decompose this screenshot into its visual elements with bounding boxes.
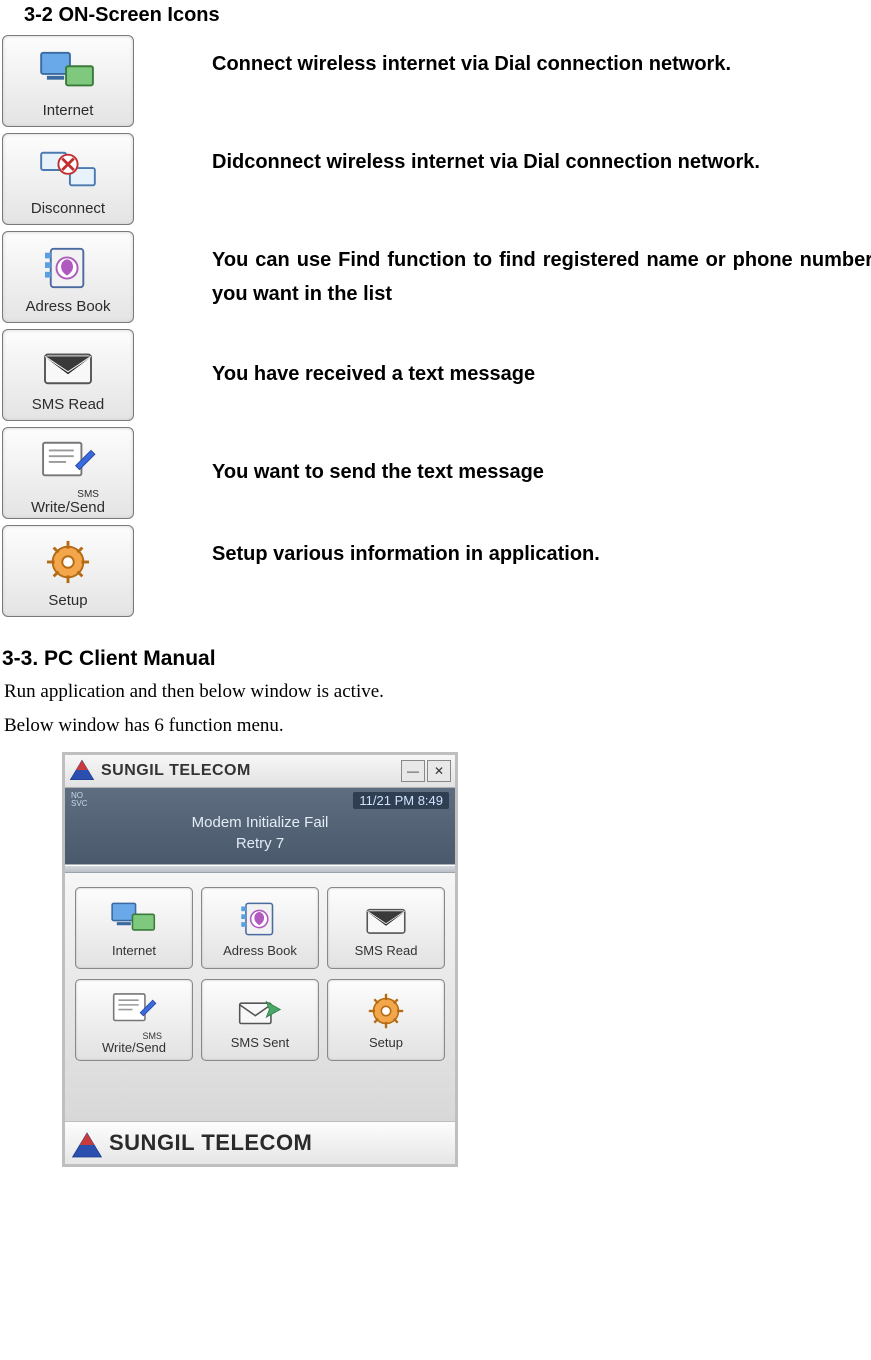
setup-desc: Setup various information in application… [212,525,871,571]
body-line-2: Below window has 6 function menu. [4,711,871,741]
status-line-2: Retry 7 [71,833,449,854]
app-window: SUNGIL TELECOM — ✕ NO SVC 11/21 PM 8:49 … [62,752,458,1167]
app-title: SUNGIL TELECOM [101,762,399,780]
status-divider [65,865,455,873]
adressbook-icon [235,897,285,941]
smswrite-icon-tile: SMS Write/Send [2,427,134,519]
setup-icon [37,534,99,590]
close-button[interactable]: ✕ [427,760,451,782]
menu-smswrite-label: SMS Write/Send [102,1032,166,1054]
adressbook-icon-label: Adress Book [25,298,110,315]
smsread-icon-tile: SMS Read [2,329,134,421]
no-service-indicator: NO SVC [71,792,89,808]
menu-smswrite[interactable]: SMS Write/Send [75,979,193,1061]
menu-setup-label: Setup [369,1035,403,1050]
menu-smsread-label: SMS Read [355,943,418,958]
menu-internet[interactable]: Internet [75,887,193,969]
app-logo-icon [69,759,97,783]
icon-row-smswrite: SMS Write/Send You want to send the text… [2,427,871,519]
menu-adressbook[interactable]: Adress Book [201,887,319,969]
app-footer: SUNGIL TELECOM [65,1121,455,1164]
body-line-1: Run application and then below window is… [4,677,871,707]
disconnect-icon [37,142,99,198]
menu-smssent[interactable]: SMS Sent [201,979,319,1061]
adressbook-desc: You can use Find function to find regist… [212,231,871,311]
icon-row-disconnect: Disconnect Didconnect wireless internet … [2,133,871,225]
internet-desc: Connect wireless internet via Dial conne… [212,35,871,81]
smswrite-desc: You want to send the text message [212,427,871,489]
adressbook-icon [37,240,99,296]
icon-row-internet: Internet Connect wireless internet via D… [2,35,871,127]
smswrite-icon [109,986,159,1030]
icon-row-smsread: SMS Read You have received a text messag… [2,329,871,421]
smsread-icon [37,338,99,394]
app-titlebar: SUNGIL TELECOM — ✕ [65,755,455,788]
menu-smssent-label: SMS Sent [231,1035,290,1050]
smsread-desc: You have received a text message [212,329,871,391]
icon-row-adressbook: Adress Book You can use Find function to… [2,231,871,323]
menu-internet-label: Internet [112,943,156,958]
internet-icon-label: Internet [43,102,94,119]
disconnect-desc: Didconnect wireless internet via Dial co… [212,133,871,179]
section-3-2-title: 3-2 ON-Screen Icons [24,4,871,27]
menu-setup[interactable]: Setup [327,979,445,1061]
setup-icon [361,989,411,1033]
setup-icon-tile: Setup [2,525,134,617]
footer-title: SUNGIL TELECOM [109,1130,312,1156]
status-message: Modem Initialize Fail Retry 7 [71,812,449,854]
status-clock: 11/21 PM 8:49 [353,792,449,809]
menu-smsread[interactable]: SMS Read [327,887,445,969]
icon-row-setup: Setup Setup various information in appli… [2,525,871,617]
smsread-icon-label: SMS Read [32,396,105,413]
internet-icon [109,897,159,941]
smsread-icon [361,897,411,941]
menu-grid: Internet Adress Book SMS Read SMS Write/… [65,873,455,1121]
minimize-button[interactable]: — [401,760,425,782]
adressbook-icon-tile: Adress Book [2,231,134,323]
disconnect-icon-label: Disconnect [31,200,105,217]
internet-icon [37,44,99,100]
section-3-3-title: 3-3. PC Client Manual [2,647,871,671]
internet-icon-tile: Internet [2,35,134,127]
footer-logo-icon [71,1131,105,1155]
status-line-1: Modem Initialize Fail [71,812,449,833]
smswrite-icon [37,432,99,488]
status-area: NO SVC 11/21 PM 8:49 Modem Initialize Fa… [65,788,455,865]
smssent-icon [235,989,285,1033]
setup-icon-label: Setup [48,592,87,609]
smswrite-icon-label: SMS Write/Send [31,490,105,515]
disconnect-icon-tile: Disconnect [2,133,134,225]
menu-adressbook-label: Adress Book [223,943,297,958]
